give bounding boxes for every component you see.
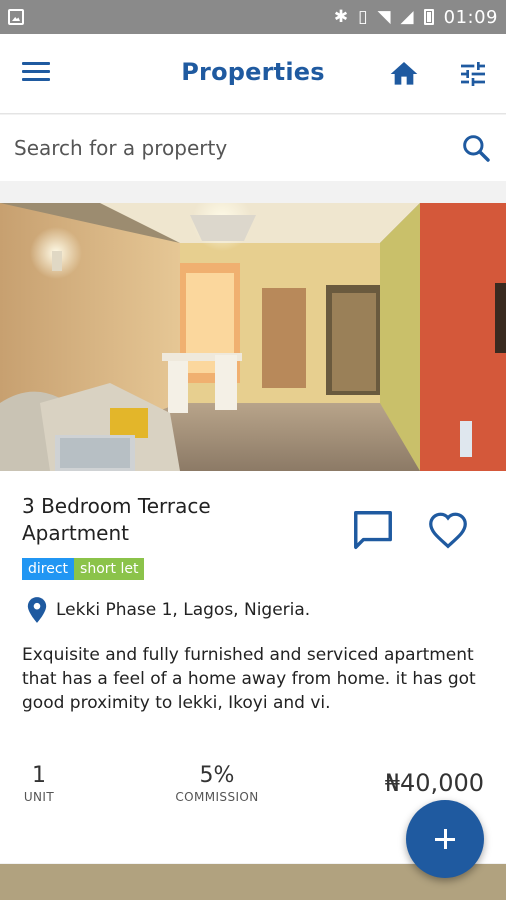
tag-short-let: short let bbox=[74, 558, 145, 580]
battery-icon bbox=[423, 9, 434, 25]
tag-direct: direct bbox=[22, 558, 75, 580]
status-bar: ✱ ▯ ◥ ◢ 01:09 bbox=[0, 0, 506, 34]
property-photo-image bbox=[0, 203, 506, 471]
price: ₦40,000 bbox=[384, 769, 484, 797]
search-bar bbox=[0, 115, 506, 181]
image-icon bbox=[8, 9, 24, 25]
search-icon[interactable] bbox=[460, 132, 492, 164]
property-description: Exquisite and fully furnished and servic… bbox=[22, 645, 476, 713]
location-pin-icon bbox=[27, 597, 47, 623]
stat-unit: 1 UNIT bbox=[16, 763, 62, 804]
filter-icon[interactable] bbox=[456, 58, 490, 90]
unit-value: 1 bbox=[32, 763, 46, 788]
vibrate-icon: ▯ bbox=[358, 7, 368, 27]
location: Lekki Phase 1, Lagos, Nigeria. bbox=[26, 596, 310, 624]
status-time: 01:09 bbox=[443, 6, 498, 28]
message-icon[interactable] bbox=[350, 507, 396, 553]
unit-label: UNIT bbox=[23, 790, 55, 804]
stat-commission: 5% COMMISSION bbox=[160, 763, 274, 804]
bluetooth-icon: ✱ bbox=[333, 7, 349, 27]
tag-list: direct short let bbox=[22, 558, 145, 580]
wifi-icon: ◥ bbox=[377, 7, 391, 27]
search-input[interactable] bbox=[14, 129, 434, 167]
app-bar: Properties bbox=[0, 34, 506, 114]
commission-label: COMMISSION bbox=[175, 790, 259, 804]
page-title: Properties bbox=[181, 58, 325, 86]
commission-value: 5% bbox=[199, 763, 235, 788]
heart-icon[interactable] bbox=[424, 507, 472, 553]
add-property-button[interactable] bbox=[406, 800, 484, 878]
property-card[interactable]: 3 Bedroom Terrace Apartment direct short… bbox=[0, 203, 506, 863]
signal-icon: ◢ bbox=[400, 7, 414, 27]
home-icon[interactable] bbox=[388, 58, 420, 90]
property-photo[interactable] bbox=[0, 203, 506, 471]
location-text: Lekki Phase 1, Lagos, Nigeria. bbox=[56, 600, 311, 620]
property-title[interactable]: 3 Bedroom Terrace Apartment bbox=[22, 493, 322, 547]
